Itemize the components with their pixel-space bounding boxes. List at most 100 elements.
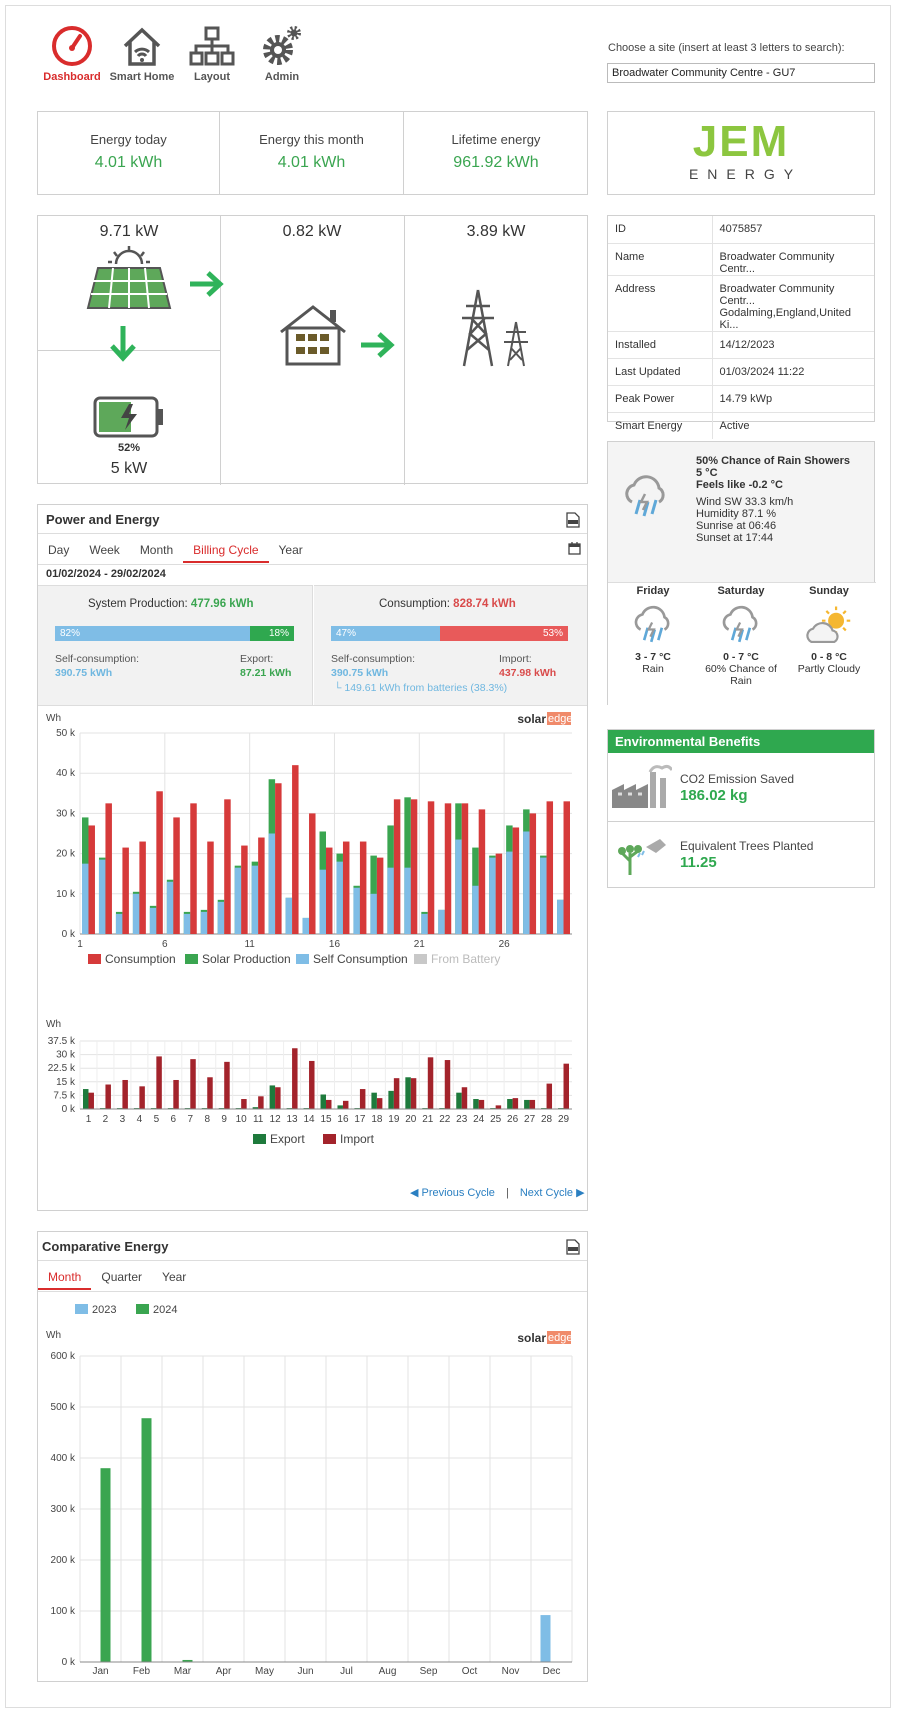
y-tick-label: 40 k	[56, 768, 76, 779]
y-tick-label: 0 k	[62, 1104, 76, 1115]
y-tick-label: 37.5 k	[48, 1036, 76, 1047]
pdf-export-icon[interactable]	[566, 512, 580, 528]
weather-humidity: Humidity 87.1 %	[696, 508, 777, 520]
x-tick-label: 4	[137, 1114, 143, 1125]
bar-consumption	[224, 799, 231, 934]
battery-power: 5 kW	[110, 460, 148, 477]
y-tick-label: 300 k	[51, 1504, 76, 1515]
bar-self-consumption	[404, 867, 411, 934]
x-tick-label: 9	[221, 1114, 227, 1125]
x-tick-label: Apr	[216, 1666, 232, 1677]
bar-consumption	[258, 837, 265, 934]
compare-tabs: Month Quarter Year	[38, 1266, 196, 1290]
factory-icon	[612, 764, 672, 808]
house-icon	[280, 305, 346, 366]
x-tick-label: Mar	[174, 1666, 192, 1677]
bar-export	[388, 1090, 394, 1109]
forecast-day: Friday 3 - 7 °C Rain	[608, 585, 698, 675]
weather-sunrise: Sunrise at 06:46	[696, 520, 777, 532]
info-value: Broadwater Community Centr...	[712, 243, 874, 276]
y-tick-label: 0 k	[62, 1657, 76, 1668]
solaredge-logo-text: edge	[548, 1332, 572, 1344]
bar-consumption	[342, 841, 350, 934]
prod-label: System Production:	[88, 598, 188, 610]
y-tick-label: 500 k	[51, 1402, 76, 1413]
x-tick-label: 18	[371, 1114, 383, 1125]
bar-self-consumption	[166, 881, 174, 934]
bar-self-consumption	[268, 833, 276, 934]
tab-billing-cycle[interactable]: Billing Cycle	[183, 539, 269, 563]
prev-cycle-link[interactable]: ◀ Previous Cycle	[410, 1187, 495, 1199]
bar-self-consumption	[183, 913, 191, 934]
x-tick-label: Nov	[502, 1666, 520, 1677]
tab-year[interactable]: Year	[269, 539, 313, 563]
x-tick-label: Dec	[543, 1666, 561, 1677]
bar-consumption	[326, 847, 333, 934]
next-cycle-link[interactable]: Next Cycle ▶	[520, 1187, 585, 1199]
env-title: Environmental Benefits	[608, 730, 874, 753]
house-power: 0.82 kW	[282, 223, 342, 240]
bar-consumption	[241, 845, 248, 934]
nav-admin[interactable]: Admin	[242, 24, 322, 83]
tree-watering-icon	[618, 839, 666, 875]
pdf-export-icon[interactable]	[566, 1239, 580, 1255]
bar-consumption	[478, 809, 486, 934]
gears-icon	[263, 26, 301, 65]
comparative-energy-panel: Comparative Energy Month Quarter Year 20…	[37, 1231, 588, 1682]
x-tick-label: 28	[541, 1114, 553, 1125]
battery-percent: 52%	[117, 442, 141, 454]
legend-label: Self Consumption	[313, 952, 408, 966]
bar-consumption	[105, 803, 112, 934]
tab-month[interactable]: Month	[130, 539, 183, 563]
y-tick-label: 10 k	[56, 889, 76, 900]
nav-smart-home[interactable]: Smart Home	[102, 24, 182, 83]
speedometer-icon	[52, 26, 92, 66]
stat-lifetime: Lifetime energy 961.92 kWh	[404, 112, 588, 194]
bar-import	[309, 1060, 315, 1109]
cons-label: Consumption:	[379, 598, 450, 610]
bar-import	[359, 1089, 366, 1109]
tab-month[interactable]: Month	[38, 1266, 92, 1290]
x-tick-label: 26	[507, 1114, 519, 1125]
legend-label: Export	[270, 1132, 305, 1146]
solaredge-logo-text: solar	[517, 712, 546, 726]
tab-year[interactable]: Year	[152, 1266, 196, 1290]
bar-consumption	[207, 841, 214, 934]
legend-swatch	[75, 1304, 88, 1314]
calendar-icon[interactable]	[568, 542, 581, 555]
daily-energy-chart: Wh solar edge0 k10 k20 k30 k40 k50 k1 6 11 16…	[46, 712, 572, 966]
info-value: 14/12/2023	[712, 331, 874, 359]
x-tick-label: 8	[204, 1114, 210, 1125]
bar-import	[376, 1098, 383, 1109]
x-tick-label: Jan	[92, 1666, 108, 1677]
forecast: Friday 3 - 7 °C Rain Saturday 0 - 7 °C 6…	[608, 582, 876, 706]
x-tick-label: 21	[414, 939, 426, 950]
day-temp: 3 - 7 °C	[635, 651, 671, 663]
tab-week[interactable]: Week	[79, 539, 129, 563]
y-tick-label: 200 k	[51, 1555, 76, 1566]
site-search-input[interactable]	[607, 63, 875, 83]
nav-dashboard[interactable]: Dashboard	[32, 24, 112, 83]
bar-import	[241, 1099, 247, 1109]
nav-label: Admin	[264, 71, 300, 83]
weather-wind: Wind SW 33.3 km/h	[696, 496, 794, 508]
nav-layout[interactable]: Layout	[172, 24, 252, 83]
info-key: Address	[608, 275, 713, 332]
bar-self-consumption	[251, 865, 259, 934]
bar-import	[207, 1077, 213, 1109]
bar-export	[405, 1077, 411, 1109]
day-temp: 0 - 7 °C	[723, 651, 759, 663]
bar-self-consumption	[336, 861, 343, 934]
partly-cloudy-icon	[806, 606, 851, 644]
tab-day[interactable]: Day	[38, 539, 79, 563]
trees-label: Equivalent Trees Planted	[680, 839, 814, 853]
bar-2023	[540, 1615, 551, 1662]
cons-import-bar: 53%	[440, 626, 568, 641]
bar-self-consumption	[353, 887, 360, 934]
site-search-label: Choose a site (insert at least 3 letters…	[608, 42, 845, 54]
x-tick-label: Aug	[379, 1666, 397, 1677]
bar-2024	[100, 1468, 111, 1662]
bar-export	[507, 1099, 513, 1109]
tab-quarter[interactable]: Quarter	[91, 1266, 152, 1290]
bar-import	[563, 1063, 569, 1109]
